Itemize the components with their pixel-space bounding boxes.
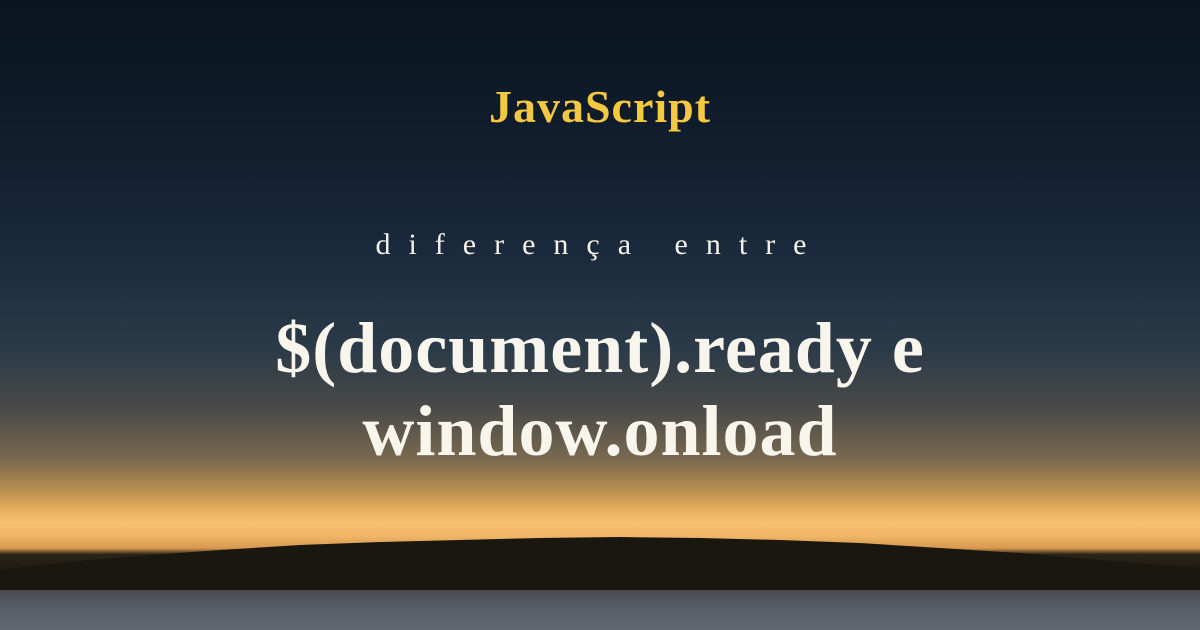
text-content: JavaScript diferença entre $(document).r…	[0, 0, 1200, 630]
main-line-1: $(document).ready e	[275, 307, 925, 390]
subtitle-text: diferença entre	[375, 228, 824, 262]
main-heading: $(document).ready e window.onload	[275, 307, 925, 473]
category-title: JavaScript	[489, 80, 711, 133]
main-line-2: window.onload	[275, 390, 925, 473]
